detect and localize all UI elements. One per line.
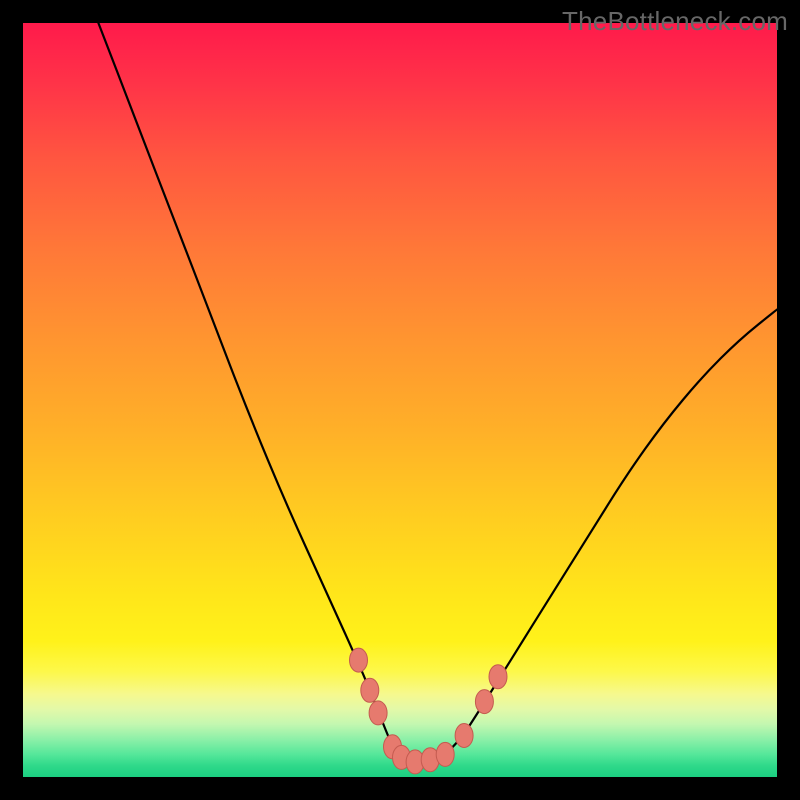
marker-right-high [489,665,507,689]
marker-left-low [369,701,387,725]
watermark-text: TheBottleneck.com [562,6,788,37]
marker-right-mid [475,690,493,714]
bottleneck-curve [98,23,777,762]
marker-valley-r1 [436,742,454,766]
marker-group [350,648,508,774]
chart-frame: TheBottleneck.com [0,0,800,800]
bottleneck-curve-path [98,23,777,762]
plot-area [23,23,777,777]
marker-left-mid [361,678,379,702]
curve-layer [23,23,777,777]
marker-right-low [455,724,473,748]
marker-left-high [350,648,368,672]
